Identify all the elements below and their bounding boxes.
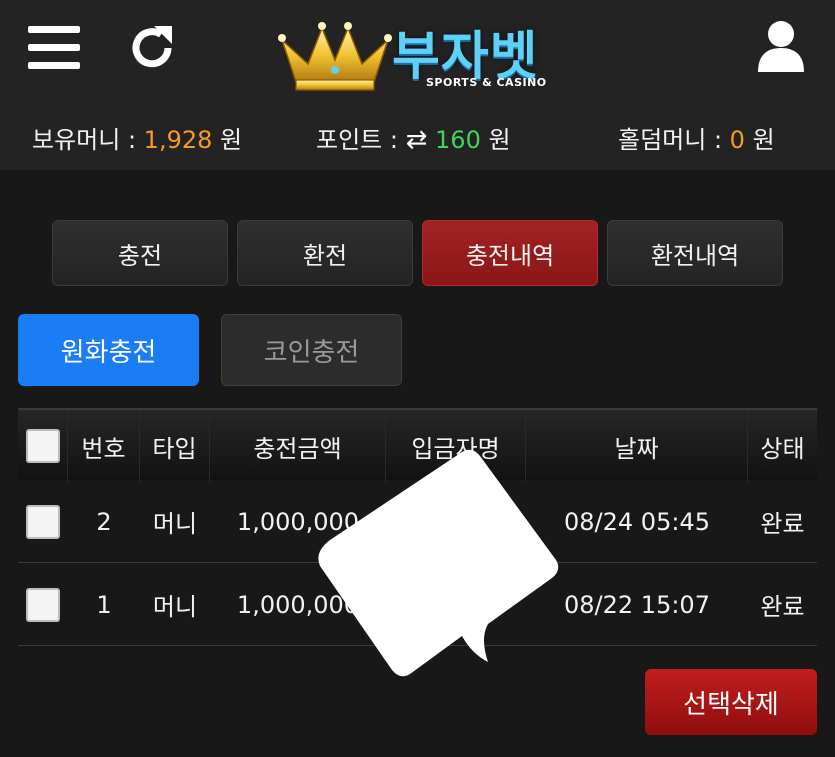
krw-deposit-button[interactable]: 원화충전 (18, 314, 199, 386)
top-header: 부자벳 SPORTS & CASINO 보유머니 : 1,928 원 포인트 :… (0, 0, 835, 170)
holdem-label: 홀덤머니 : (618, 126, 730, 154)
point-value: 160 (435, 126, 481, 154)
row-checkbox[interactable] (26, 587, 60, 622)
hamburger-menu-icon[interactable] (28, 26, 80, 70)
tab-deposit-history[interactable]: 충전내역 (422, 220, 598, 286)
tab-withdraw-history[interactable]: 환전내역 (607, 220, 783, 286)
row-checkbox-cell (18, 563, 68, 646)
row-status: 완료 (760, 593, 805, 621)
row-type: 머니 (152, 510, 198, 538)
delete-selected-button[interactable]: 선택삭제 (645, 669, 817, 735)
header-type: 타입 (140, 410, 210, 482)
point-unit: 원 (480, 126, 511, 154)
holdem-value: 0 (729, 126, 745, 154)
point-balance: 포인트 : ⇄ 160 원 (316, 120, 511, 155)
money-balance: 보유머니 : 1,928 원 (32, 120, 242, 155)
holdem-unit: 원 (744, 126, 775, 154)
coin-deposit-button[interactable]: 코인충전 (221, 314, 402, 386)
point-label: 포인트 : (316, 126, 406, 154)
money-unit: 원 (212, 126, 243, 154)
tab-deposit[interactable]: 충전 (52, 220, 228, 286)
speech-bubble-overlay (318, 449, 559, 677)
select-all-checkbox[interactable] (25, 429, 60, 463)
row-checkbox[interactable] (26, 504, 60, 539)
row-number: 1 (96, 590, 112, 619)
header-checkbox-cell (18, 410, 68, 482)
row-status: 완료 (760, 510, 805, 538)
row-checkbox-cell (18, 480, 68, 563)
logo-subtitle: SPORTS & CASINO (426, 76, 547, 89)
crown-icon (278, 22, 392, 91)
header-status: 상태 (760, 434, 805, 463)
row-type: 머니 (152, 593, 198, 621)
money-label: 보유머니 : (32, 126, 144, 154)
money-value: 1,928 (143, 126, 213, 154)
site-logo[interactable]: 부자벳 SPORTS & CASINO (276, 14, 566, 96)
row-number: 2 (96, 507, 112, 536)
tab-withdraw[interactable]: 환전 (237, 220, 413, 286)
refresh-icon[interactable] (128, 22, 178, 74)
header-number: 번호 (68, 410, 140, 482)
swap-icon[interactable]: ⇄ (406, 125, 428, 155)
holdem-balance: 홀덤머니 : 0 원 (618, 120, 775, 155)
balance-bar: 보유머니 : 1,928 원 포인트 : ⇄ 160 원 홀덤머니 : 0 원 (0, 110, 835, 162)
user-icon[interactable] (756, 18, 806, 74)
